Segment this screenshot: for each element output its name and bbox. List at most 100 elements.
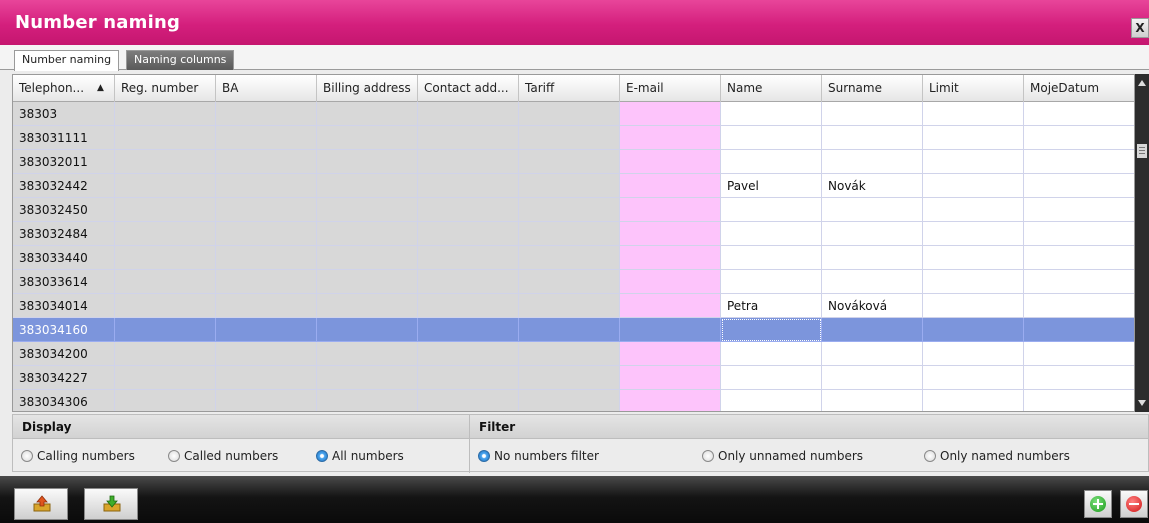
cell-ba[interactable] xyxy=(216,150,317,174)
cell-telephone[interactable]: 383034227 xyxy=(13,366,115,390)
cell-ba[interactable] xyxy=(216,222,317,246)
cell-name[interactable] xyxy=(721,342,822,366)
cell-ba[interactable] xyxy=(216,174,317,198)
cell-telephone[interactable]: 383033440 xyxy=(13,246,115,270)
column-header-mojedatum[interactable]: MojeDatum xyxy=(1024,75,1134,102)
cell-reg-number[interactable] xyxy=(115,174,216,198)
cell-telephone[interactable]: 383032011 xyxy=(13,150,115,174)
column-header-ba[interactable]: BA xyxy=(216,75,317,102)
cell-name[interactable] xyxy=(721,390,822,411)
cell-name[interactable] xyxy=(721,366,822,390)
cell-surname[interactable] xyxy=(822,318,923,342)
cell-name[interactable] xyxy=(721,270,822,294)
cell-name[interactable] xyxy=(721,198,822,222)
cell-name[interactable] xyxy=(721,222,822,246)
cell-email[interactable] xyxy=(620,174,721,198)
cell-limit[interactable] xyxy=(923,102,1024,126)
import-button[interactable] xyxy=(84,488,138,520)
cell-limit[interactable] xyxy=(923,246,1024,270)
column-header-limit[interactable]: Limit xyxy=(923,75,1024,102)
cell-surname[interactable] xyxy=(822,150,923,174)
cell-tariff[interactable] xyxy=(519,390,620,411)
cell-reg-number[interactable] xyxy=(115,270,216,294)
radio-calling-numbers[interactable]: Calling numbers xyxy=(21,448,135,464)
cell-mojedatum[interactable] xyxy=(1024,318,1134,342)
cell-surname[interactable] xyxy=(822,198,923,222)
cell-surname[interactable]: Nováková xyxy=(822,294,923,318)
cell-ba[interactable] xyxy=(216,318,317,342)
cell-limit[interactable] xyxy=(923,342,1024,366)
cell-tariff[interactable] xyxy=(519,150,620,174)
cell-tariff[interactable] xyxy=(519,366,620,390)
cell-name[interactable] xyxy=(721,246,822,270)
cell-limit[interactable] xyxy=(923,198,1024,222)
cell-telephone[interactable]: 383034014 xyxy=(13,294,115,318)
cell-ba[interactable] xyxy=(216,246,317,270)
cell-billing-address[interactable] xyxy=(317,270,418,294)
column-header-surname[interactable]: Surname xyxy=(822,75,923,102)
cell-billing-address[interactable] xyxy=(317,198,418,222)
cell-tariff[interactable] xyxy=(519,126,620,150)
cell-limit[interactable] xyxy=(923,150,1024,174)
scrollbar-thumb[interactable] xyxy=(1137,144,1147,158)
cell-reg-number[interactable] xyxy=(115,198,216,222)
table-row[interactable]: 383032011 xyxy=(13,150,1134,174)
cell-tariff[interactable] xyxy=(519,318,620,342)
cell-billing-address[interactable] xyxy=(317,318,418,342)
cell-surname[interactable] xyxy=(822,366,923,390)
cell-surname[interactable] xyxy=(822,222,923,246)
cell-tariff[interactable] xyxy=(519,174,620,198)
cell-tariff[interactable] xyxy=(519,222,620,246)
vertical-scrollbar[interactable] xyxy=(1135,74,1149,412)
cell-contact-address[interactable] xyxy=(418,150,519,174)
cell-billing-address[interactable] xyxy=(317,150,418,174)
cell-limit[interactable] xyxy=(923,366,1024,390)
cell-contact-address[interactable] xyxy=(418,342,519,366)
cell-billing-address[interactable] xyxy=(317,246,418,270)
table-row[interactable]: 383032442 Pavel Novák xyxy=(13,174,1134,198)
radio-all-numbers[interactable]: All numbers xyxy=(316,448,404,464)
cell-email[interactable] xyxy=(620,126,721,150)
radio-only-unnamed-numbers[interactable]: Only unnamed numbers xyxy=(702,448,863,464)
remove-button[interactable] xyxy=(1120,490,1148,518)
cell-surname[interactable] xyxy=(822,390,923,411)
cell-limit[interactable] xyxy=(923,126,1024,150)
cell-mojedatum[interactable] xyxy=(1024,126,1134,150)
cell-ba[interactable] xyxy=(216,342,317,366)
cell-limit[interactable] xyxy=(923,270,1024,294)
radio-called-numbers[interactable]: Called numbers xyxy=(168,448,278,464)
cell-tariff[interactable] xyxy=(519,198,620,222)
cell-billing-address[interactable] xyxy=(317,102,418,126)
cell-billing-address[interactable] xyxy=(317,342,418,366)
column-header-reg-number[interactable]: Reg. number xyxy=(115,75,216,102)
cell-reg-number[interactable] xyxy=(115,294,216,318)
column-header-tariff[interactable]: Tariff xyxy=(519,75,620,102)
column-header-billing-address[interactable]: Billing address xyxy=(317,75,418,102)
cell-ba[interactable] xyxy=(216,294,317,318)
close-button[interactable]: X xyxy=(1131,18,1149,38)
cell-contact-address[interactable] xyxy=(418,294,519,318)
cell-name[interactable]: Petra xyxy=(721,294,822,318)
table-row[interactable]: 383033614 xyxy=(13,270,1134,294)
cell-telephone[interactable]: 383034160 xyxy=(13,318,115,342)
cell-telephone[interactable]: 383032442 xyxy=(13,174,115,198)
tab-number-naming[interactable]: Number naming xyxy=(14,50,120,71)
cell-telephone[interactable]: 383032450 xyxy=(13,198,115,222)
cell-ba[interactable] xyxy=(216,126,317,150)
cell-email[interactable] xyxy=(620,246,721,270)
cell-surname[interactable] xyxy=(822,342,923,366)
table-row[interactable]: 383034227 xyxy=(13,366,1134,390)
cell-billing-address[interactable] xyxy=(317,174,418,198)
cell-tariff[interactable] xyxy=(519,342,620,366)
table-row[interactable]: 38303 xyxy=(13,102,1134,126)
cell-telephone[interactable]: 383031111 xyxy=(13,126,115,150)
cell-billing-address[interactable] xyxy=(317,294,418,318)
tab-naming-columns[interactable]: Naming columns xyxy=(126,50,235,70)
cell-mojedatum[interactable] xyxy=(1024,174,1134,198)
table-row[interactable]: 383033440 xyxy=(13,246,1134,270)
column-header-email[interactable]: E-mail xyxy=(620,75,721,102)
cell-ba[interactable] xyxy=(216,270,317,294)
cell-mojedatum[interactable] xyxy=(1024,222,1134,246)
cell-mojedatum[interactable] xyxy=(1024,342,1134,366)
cell-email[interactable] xyxy=(620,150,721,174)
